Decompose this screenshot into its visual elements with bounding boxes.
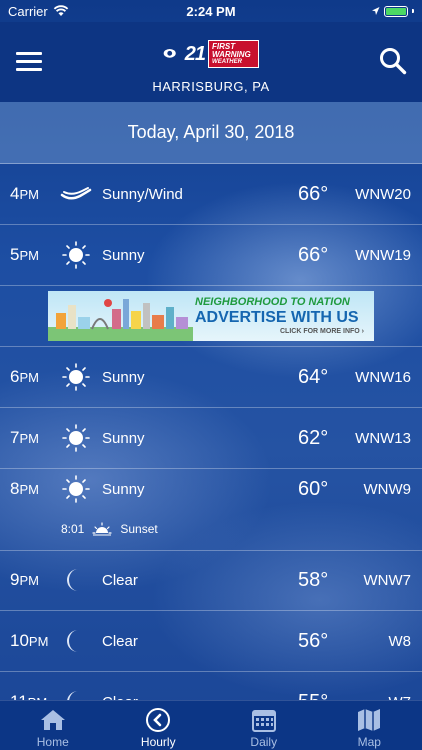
temperature-value: 56° — [298, 630, 329, 652]
temperature-value: 60° — [298, 478, 329, 500]
hour-label: 6PM — [10, 367, 39, 386]
ad-row: NEIGHBORHOOD TO NATION ADVERTISE WITH US… — [0, 286, 422, 347]
hour-label: 9PM — [10, 570, 39, 589]
moon-icon — [60, 565, 92, 595]
hourly-row: 5PM Sunny 66° WNW19 — [0, 225, 422, 286]
wind-value: WNW7 — [363, 572, 412, 589]
hour-label: 7PM — [10, 428, 39, 447]
sun-icon — [60, 423, 92, 453]
temperature-value: 66° — [298, 244, 329, 266]
sun-icon — [60, 362, 92, 392]
app-header: 21 FIRST WARNING WEATHER HARRISBURG, PA — [0, 22, 422, 102]
ad-banner[interactable]: NEIGHBORHOOD TO NATION ADVERTISE WITH US… — [48, 291, 374, 341]
date-header: Today, April 30, 2018 — [0, 102, 422, 164]
clock-icon — [146, 708, 171, 732]
sun-icon — [60, 474, 92, 504]
location-label: HARRISBURG, PA — [152, 79, 270, 94]
wind-value: WNW16 — [355, 369, 411, 386]
wind-value: W8 — [388, 633, 412, 650]
home-icon — [40, 710, 65, 730]
wind-value: WNW20 — [355, 186, 411, 203]
clock-time: 2:24 PM — [186, 3, 236, 19]
tab-label-daily: Daily — [250, 735, 278, 749]
wind-value: WNW13 — [355, 430, 411, 447]
temperature-value: 62° — [298, 427, 329, 449]
map-icon — [358, 709, 381, 731]
status-bar: Carrier 2:24 PM — [0, 0, 422, 22]
sunset-info: 8:01 Sunset — [61, 521, 158, 537]
condition-label: Sunny — [102, 481, 145, 498]
calendar-icon — [251, 710, 276, 732]
hour-label: 4PM — [10, 184, 39, 203]
wind-icon — [60, 179, 92, 209]
hourly-row: 6PM Sunny 64° WNW16 — [0, 347, 422, 408]
wind-value: WNW19 — [355, 247, 411, 264]
hourly-row: 10PM Clear 56° W8 — [0, 611, 422, 672]
temperature-value: 58° — [298, 569, 329, 591]
hourly-row: 9PM Clear 58° WNW7 — [0, 550, 422, 611]
condition-label: Clear — [102, 572, 138, 589]
sunset-icon — [92, 522, 112, 536]
tab-label-hourly: Hourly — [140, 735, 176, 749]
moon-icon — [60, 626, 92, 656]
tab-home[interactable]: Home — [0, 701, 106, 750]
condition-label: Sunny — [102, 247, 145, 264]
sunset-label: Sunset — [120, 522, 158, 536]
tab-map[interactable]: Map — [317, 701, 422, 750]
condition-label: Clear — [102, 633, 138, 650]
tab-daily[interactable]: Daily — [211, 701, 317, 750]
ad-cta: CLICK FOR MORE INFO › — [280, 328, 364, 335]
hour-label: 8PM — [10, 479, 39, 498]
logo-brand: FIRST WARNING WEATHER — [208, 40, 259, 68]
tab-bar: Home Hourly Daily Map — [0, 700, 422, 750]
tab-label-home: Home — [36, 735, 69, 749]
ad-tagline: NEIGHBORHOOD TO NATION — [195, 296, 350, 308]
condition-label: Sunny — [102, 430, 145, 447]
station-logo: 21 FIRST WARNING WEATHER — [163, 40, 259, 68]
battery-icon — [384, 5, 408, 17]
tab-label-map: Map — [357, 735, 381, 749]
wind-value: WNW9 — [363, 481, 412, 498]
hour-label: 10PM — [10, 631, 49, 650]
search-icon[interactable] — [378, 46, 408, 76]
ad-headline: ADVERTISE WITH US — [195, 309, 359, 326]
temperature-value: 66° — [298, 183, 329, 205]
cbs-eye-icon — [163, 48, 176, 58]
condition-label: Sunny/Wind — [102, 186, 183, 203]
sun-icon — [60, 240, 92, 270]
hourly-row: 4PM Sunny/Wind 66° WNW20 — [0, 164, 422, 225]
menu-button[interactable] — [16, 52, 42, 72]
logo-number: 21 — [184, 42, 206, 65]
hourly-row: 8PM Sunny 60° WNW9 8:01 Sunset — [0, 459, 422, 551]
hour-label: 5PM — [10, 245, 39, 264]
condition-label: Sunny — [102, 369, 145, 386]
temperature-value: 64° — [298, 366, 329, 388]
tab-hourly[interactable]: Hourly — [106, 701, 212, 750]
sunset-time: 8:01 — [61, 522, 85, 536]
city-skyline-illustration — [48, 299, 193, 341]
